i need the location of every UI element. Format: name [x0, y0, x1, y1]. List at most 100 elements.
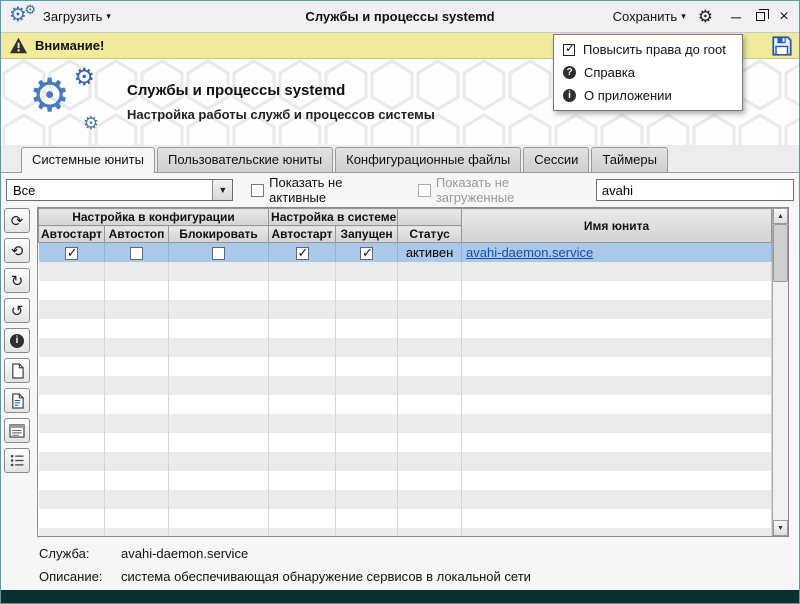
- autostart-system-checkbox[interactable]: [296, 247, 309, 260]
- column-header-unit-name[interactable]: Имя юнита: [462, 209, 772, 243]
- tab-panel: Все ▼ Показать не активные Показать не з…: [1, 172, 799, 590]
- tab-sessions[interactable]: Сессии: [523, 147, 589, 172]
- unit-actions-toolbar: ⟳ ⟲ ↻ ↺ i: [4, 207, 37, 537]
- table-row-empty[interactable]: [39, 281, 772, 300]
- close-icon: ×: [779, 9, 788, 25]
- table-scrollbar[interactable]: ▲ ▼: [772, 208, 788, 536]
- table-row-empty[interactable]: [39, 338, 772, 357]
- save-button-label: Сохранить: [613, 9, 678, 24]
- tab-timers[interactable]: Таймеры: [591, 147, 668, 172]
- minimize-icon: ─: [731, 10, 741, 24]
- menu-item-label: О приложении: [584, 88, 672, 103]
- table-row-empty[interactable]: [39, 433, 772, 452]
- settings-gear-button[interactable]: ⚙: [698, 8, 713, 25]
- service-value: avahi-daemon.service: [121, 546, 248, 561]
- page-subtitle: Настройка работы служб и процессов систе…: [127, 107, 435, 122]
- help-icon: ?: [563, 66, 576, 79]
- reload-button[interactable]: ⟲: [4, 238, 30, 263]
- unit-config-file-button[interactable]: [4, 388, 30, 413]
- gear-icon: ⚙: [698, 7, 713, 26]
- tab-system-units[interactable]: Системные юниты: [21, 147, 155, 173]
- show-inactive-checkbox[interactable]: Показать не активные: [251, 175, 400, 205]
- unit-name-link[interactable]: avahi-daemon.service: [466, 245, 593, 260]
- restart-button[interactable]: ↻: [4, 268, 30, 293]
- table-row-empty[interactable]: [39, 300, 772, 319]
- group-header-system: Настройка в системе: [269, 209, 398, 226]
- table-row-empty[interactable]: [39, 490, 772, 509]
- block-checkbox[interactable]: [212, 247, 225, 260]
- app-logo-gears-icon: ⚙⚙: [9, 5, 35, 29]
- table-row-empty[interactable]: [39, 262, 772, 281]
- restore-icon: [756, 12, 765, 21]
- column-header-autostart-system[interactable]: Автостарт: [269, 226, 336, 243]
- column-header-autostart-config[interactable]: Автостарт: [39, 226, 105, 243]
- checkbox-icon: [251, 184, 264, 197]
- unit-type-dropdown-value: Все: [13, 183, 35, 198]
- table-row-empty[interactable]: [39, 509, 772, 528]
- restore-button[interactable]: [753, 10, 767, 24]
- save-button[interactable]: Сохранить ▾: [613, 9, 686, 24]
- tab-bar: Системные юниты Пользовательские юниты К…: [1, 145, 799, 172]
- unit-type-dropdown[interactable]: Все ▼: [6, 179, 233, 201]
- chevron-down-icon: ▾: [681, 11, 686, 22]
- tab-config-files[interactable]: Конфигурационные файлы: [335, 147, 521, 172]
- menu-item-help[interactable]: ? Справка: [554, 61, 742, 84]
- journal-icon: [9, 424, 25, 438]
- running-checkbox[interactable]: [360, 247, 373, 260]
- search-input[interactable]: [596, 179, 794, 201]
- show-unloaded-checkbox[interactable]: Показать не загруженные: [418, 175, 588, 205]
- column-header-status[interactable]: Статус: [398, 226, 462, 243]
- table-row-empty[interactable]: [39, 452, 772, 471]
- column-header-autostop[interactable]: Автостоп: [105, 226, 169, 243]
- journal-button[interactable]: [4, 418, 30, 443]
- table-row-empty[interactable]: [39, 414, 772, 433]
- column-header-block[interactable]: Блокировать: [169, 226, 269, 243]
- autostart-config-checkbox[interactable]: [65, 247, 78, 260]
- checkbox-icon: [418, 184, 431, 197]
- column-header-running[interactable]: Запущен: [336, 226, 398, 243]
- warning-message: Внимание!: [35, 38, 104, 53]
- close-button[interactable]: ×: [777, 10, 791, 24]
- scrollbar-thumb[interactable]: [773, 224, 788, 282]
- minimize-button[interactable]: ─: [729, 10, 743, 24]
- app-logo-gears-icon: ⚙ ⚙ ⚙: [29, 70, 101, 134]
- table-row-avahi[interactable]: активен avahi-daemon.service: [39, 243, 772, 262]
- table-row-empty[interactable]: [39, 395, 772, 414]
- scroll-up-button[interactable]: ▲: [773, 208, 788, 224]
- load-button[interactable]: Загрузить ▾: [43, 9, 111, 24]
- reload-icon: ⟲: [11, 242, 24, 260]
- undo-button[interactable]: ↺: [4, 298, 30, 323]
- unit-file-button[interactable]: [4, 358, 30, 383]
- load-button-label: Загрузить: [43, 9, 102, 24]
- warning-triangle-icon: [9, 37, 28, 54]
- file-config-icon: [10, 393, 25, 409]
- refresh-button[interactable]: ⟳: [4, 208, 30, 233]
- restart-icon: ↻: [11, 272, 24, 290]
- table-row-empty[interactable]: [39, 319, 772, 338]
- unit-table-body: активен avahi-daemon.service: [39, 243, 772, 537]
- scroll-down-button[interactable]: ▼: [773, 520, 788, 536]
- menu-item-about[interactable]: i О приложении: [554, 84, 742, 107]
- description-label: Описание:: [39, 569, 121, 584]
- description-value: система обеспечивающая обнаружение серви…: [121, 569, 531, 584]
- status-cell: активен: [398, 243, 462, 262]
- units-table: Настройка в конфигурации Настройка в сис…: [38, 208, 772, 536]
- scrollbar-track[interactable]: [773, 224, 788, 520]
- file-icon: [10, 363, 25, 379]
- table-row-empty[interactable]: [39, 376, 772, 395]
- menu-item-elevate-root[interactable]: Повысить права до root: [554, 38, 742, 61]
- show-unloaded-label: Показать не загруженные: [436, 175, 588, 205]
- unit-info-button[interactable]: i: [4, 328, 30, 353]
- menu-item-label: Повысить права до root: [583, 42, 726, 57]
- tab-user-units[interactable]: Пользовательские юниты: [157, 147, 333, 172]
- save-file-button[interactable]: [771, 35, 793, 57]
- units-table-region: Настройка в конфигурации Настройка в сис…: [37, 207, 789, 537]
- group-header-empty: [398, 209, 462, 226]
- undo-icon: ↺: [11, 302, 24, 320]
- table-row-empty[interactable]: [39, 528, 772, 537]
- table-row-empty[interactable]: [39, 471, 772, 490]
- dependencies-list-button[interactable]: [4, 448, 30, 473]
- autostop-checkbox[interactable]: [130, 247, 143, 260]
- chevron-down-icon: ▼: [212, 180, 232, 200]
- table-row-empty[interactable]: [39, 357, 772, 376]
